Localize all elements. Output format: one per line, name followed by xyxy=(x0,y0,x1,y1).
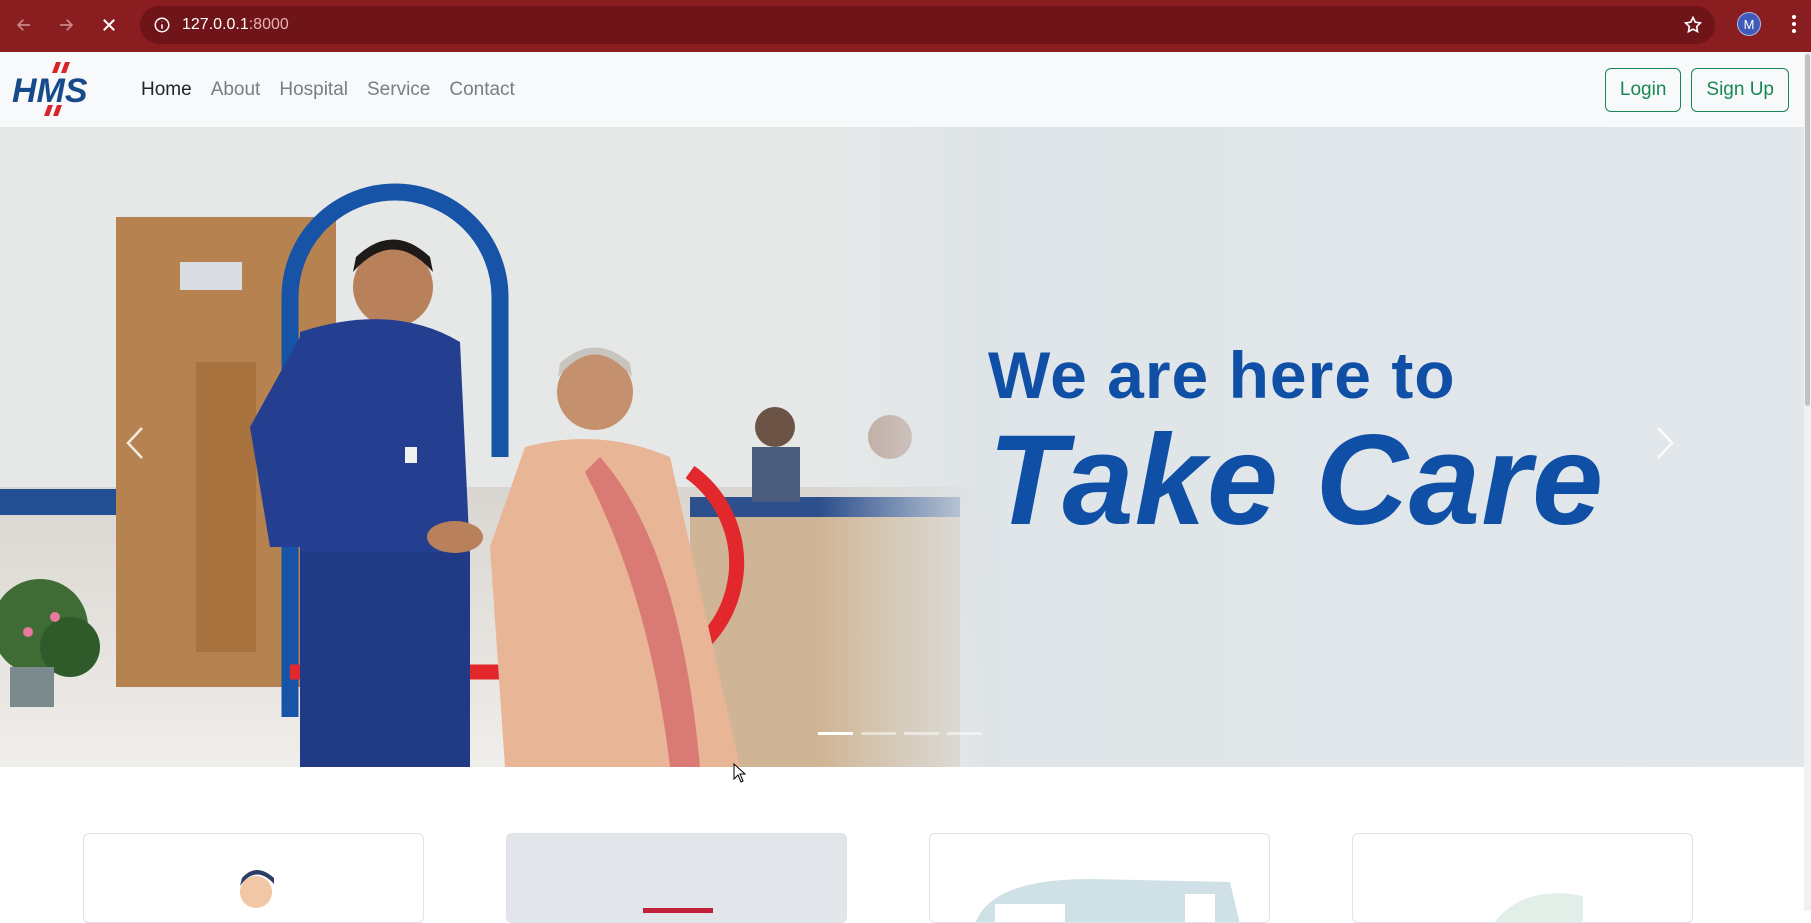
hero-carousel: We are here to Take Care xyxy=(0,127,1804,767)
logo-text: HMS xyxy=(12,72,88,110)
hero-headline: We are here to Take Care xyxy=(988,337,1604,554)
url-port: :8000 xyxy=(248,16,289,33)
carousel-indicator-1[interactable] xyxy=(818,732,853,735)
carousel-indicator-4[interactable] xyxy=(947,732,982,735)
chevron-left-icon xyxy=(126,427,143,459)
url-host: 127.0.0.1 xyxy=(182,16,249,33)
nav-link-service[interactable]: Service xyxy=(367,79,430,101)
carousel-indicator-3[interactable] xyxy=(904,732,939,735)
hero-line-1: We are here to xyxy=(988,338,1456,412)
kebab-menu-icon[interactable] xyxy=(1782,12,1806,36)
carousel-prev-button[interactable] xyxy=(115,413,155,473)
nav-link-contact[interactable]: Contact xyxy=(449,79,514,101)
ambulance-illustration xyxy=(975,879,1240,922)
nav-link-home[interactable]: Home xyxy=(141,79,192,101)
carousel-next-button[interactable] xyxy=(1645,413,1685,473)
signup-button[interactable]: Sign Up xyxy=(1691,68,1789,112)
feature-cards xyxy=(83,833,1693,923)
back-arrow-icon[interactable] xyxy=(3,4,45,46)
profile-avatar[interactable]: M xyxy=(1737,12,1761,36)
carousel-indicators xyxy=(818,732,982,735)
mouse-cursor-icon xyxy=(733,763,747,783)
bookmark-star-icon[interactable] xyxy=(1683,15,1703,35)
site-navbar: HMS Home About Hospital Service Contact … xyxy=(0,52,1804,127)
feature-card-2[interactable] xyxy=(506,833,847,923)
nav-link-about[interactable]: About xyxy=(211,79,261,101)
nav-link-hospital[interactable]: Hospital xyxy=(279,79,348,101)
card-illustration xyxy=(1494,893,1583,922)
site-info-icon[interactable] xyxy=(142,6,182,44)
chevron-right-icon xyxy=(1657,427,1674,459)
nav-links: Home About Hospital Service Contact xyxy=(141,52,515,127)
feature-card-3[interactable] xyxy=(929,833,1270,923)
feature-card-4[interactable] xyxy=(1352,833,1693,923)
stop-loading-icon[interactable] xyxy=(88,4,130,46)
feature-card-1[interactable] xyxy=(83,833,424,923)
browser-toolbar: 127.0.0.1:8000 M xyxy=(0,0,1811,52)
auth-buttons: Login Sign Up xyxy=(1604,68,1789,112)
address-bar[interactable]: 127.0.0.1:8000 xyxy=(140,6,1715,44)
login-button[interactable]: Login xyxy=(1604,68,1682,112)
hero-line-2: Take Care xyxy=(988,409,1605,552)
doctor-illustration xyxy=(240,870,274,908)
hms-logo[interactable]: HMS xyxy=(10,60,110,122)
forward-arrow-icon[interactable] xyxy=(45,4,87,46)
page-scrollbar-thumb[interactable] xyxy=(1805,54,1810,406)
carousel-indicator-2[interactable] xyxy=(861,732,896,735)
card-illustration xyxy=(643,908,713,913)
